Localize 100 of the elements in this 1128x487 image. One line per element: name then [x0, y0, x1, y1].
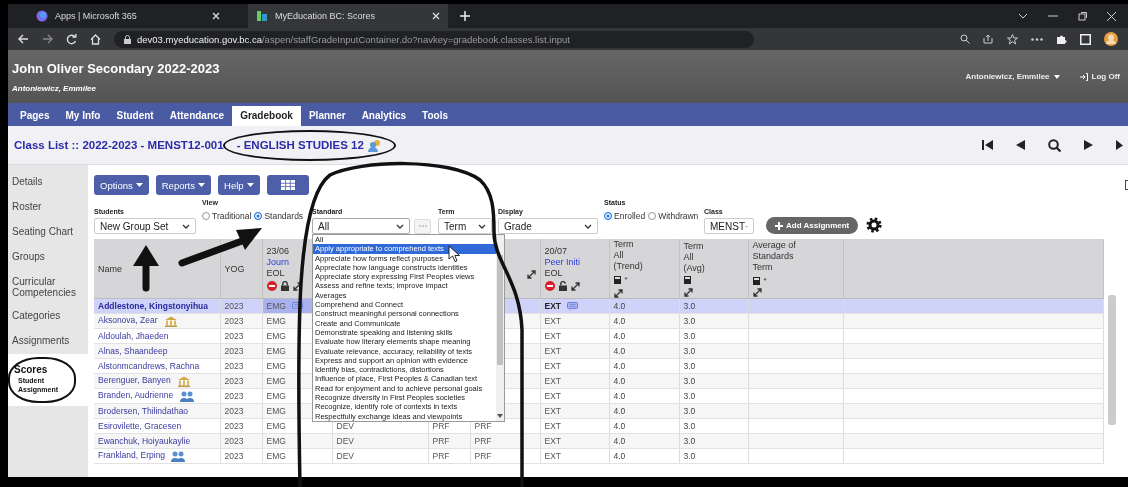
table-cell: 3.0 [683, 301, 696, 311]
sidebar-item[interactable]: Seating Chart [8, 220, 88, 245]
header-text: All [613, 250, 624, 261]
sidebar-item[interactable]: Curricular Competencies [8, 270, 88, 304]
table-cell: DEV [336, 421, 354, 431]
browser-tab[interactable]: MyEducation BC: Scores [248, 4, 448, 28]
nav-tab[interactable]: Planner [300, 106, 354, 126]
student-name-link[interactable]: Branden, Audrienne [98, 390, 174, 401]
header-text: EOL [544, 268, 563, 279]
nav-tab[interactable]: Pages [12, 106, 58, 126]
header-text: (Avg) [683, 262, 705, 274]
header-text: Term [683, 240, 704, 252]
table-cell: EXT [544, 316, 562, 326]
nav-tab[interactable]: Attendance [161, 106, 233, 126]
table-cell: 4.0 [613, 346, 626, 356]
table-cell: EMG [266, 346, 286, 356]
menu-button[interactable]: Help [218, 175, 260, 195]
nav-tab[interactable]: Tools [414, 106, 457, 126]
assignment-link[interactable]: Peer Initi [544, 257, 581, 268]
table-cell: 2023 [224, 346, 244, 356]
term-select[interactable]: Term [438, 218, 492, 234]
table-cell: EXT [544, 436, 562, 446]
assignment-link[interactable]: Journ [266, 257, 289, 268]
table-cell: EXT [544, 421, 562, 431]
add-assignment-button[interactable]: Add Assignment [766, 217, 859, 234]
table-cell: EXT [544, 451, 562, 461]
table-cell: EMG [266, 391, 286, 401]
table-cell: 2023 [224, 301, 244, 311]
table-cell: EXT [544, 361, 562, 371]
table-cell: 2023 [224, 421, 244, 431]
nav-tab[interactable]: My Info [57, 106, 109, 126]
nav-tab[interactable]: Student [108, 106, 162, 126]
radio-option[interactable]: Withdrawn [648, 211, 699, 221]
student-name-link[interactable]: Frankland, Erping [98, 450, 166, 461]
table-cell: EMG [266, 361, 286, 371]
student-name-link[interactable]: Esirovilette, Gracesen [98, 421, 182, 431]
log-off-link[interactable]: Log Off [1079, 72, 1120, 81]
table-cell: EMG [266, 451, 286, 461]
table-cell: PRF [474, 436, 492, 446]
table-cell: DEV [336, 436, 354, 446]
table-cell: 3.0 [683, 406, 696, 416]
note-mark: * [763, 275, 767, 286]
header-text: Name [98, 263, 122, 274]
table-cell: EMG [266, 300, 286, 311]
table-cell: 3.0 [683, 421, 696, 431]
table-cell: 4.0 [613, 316, 626, 326]
student-name-link[interactable]: Aldoulah, Jhaeden [98, 331, 169, 341]
header-text: Term [752, 262, 773, 273]
course-title: - ENGLISH STUDIES 12 [236, 139, 364, 151]
table-cell: 4.0 [613, 406, 626, 416]
nav-tab[interactable]: Gradebook [232, 106, 301, 126]
table-cell: 3.0 [683, 436, 696, 446]
table-cell: PRF [432, 421, 450, 431]
table-cell: 2023 [224, 376, 244, 386]
display-select[interactable]: Grade [498, 218, 598, 234]
table-cell: EMG [266, 331, 286, 341]
header-text: 20/07 [544, 246, 568, 257]
menu-button[interactable]: Options [94, 175, 149, 195]
table-cell: 2023 [224, 316, 244, 326]
radio-option[interactable]: Traditional [202, 211, 252, 221]
sidebar-item[interactable]: Assignments [8, 329, 88, 354]
sidebar-label[interactable]: Scores [14, 364, 66, 375]
table-cell: 4.0 [613, 301, 626, 311]
sidebar-item[interactable]: Categories [8, 304, 88, 329]
table-cell: EXT [544, 300, 562, 311]
url-text: dev03.myeducation.gov.bc.ca/aspen/staffGradeInputContainer.do?navkey=gradebook.classes.list.input [137, 33, 570, 45]
sidebar-item[interactable]: Details [8, 170, 88, 195]
header-text: EOL [266, 268, 285, 279]
table-cell: EMG [266, 376, 286, 386]
table-cell: 2023 [224, 361, 244, 371]
nav-tab[interactable]: Analytics [353, 106, 415, 126]
class-select[interactable]: MENST [704, 218, 754, 234]
header-text: (Trend) [613, 261, 643, 272]
radio-option[interactable]: Enrolled [604, 211, 646, 221]
standard-select[interactable]: All [312, 218, 410, 234]
address-field[interactable]: dev03.myeducation.gov.bc.ca/aspen/staffGradeInputContainer.do?navkey=gradebook.classes.list.input [114, 30, 754, 48]
table-cell: 2023 [224, 331, 244, 341]
header-text: 23/06 [266, 246, 290, 257]
user-menu[interactable]: Antoniewicz, Emmilee [965, 72, 1060, 81]
header-text: Average of Standards [752, 240, 797, 262]
table-cell: EMG [266, 406, 286, 416]
sidebar-item[interactable]: Roster [8, 195, 88, 220]
table-cell: PRF [432, 451, 450, 461]
table-cell: 2023 [224, 451, 244, 461]
table-cell: PRF [432, 436, 450, 446]
student-name-link[interactable]: Alstonmcandrews, Rachna [98, 361, 200, 371]
table-cell: 3.0 [683, 316, 696, 326]
header-text: Term [613, 239, 634, 250]
note-mark: * [624, 274, 628, 285]
radio-option[interactable]: Standards [254, 211, 304, 221]
user-name: Antoniewicz, Emmilee [12, 83, 98, 93]
header-text: YOG [224, 263, 245, 274]
table-cell: 4.0 [613, 361, 626, 371]
table-cell: PRF [474, 421, 492, 431]
table-cell: EXT [544, 331, 562, 341]
students-select[interactable]: New Group Set [94, 218, 196, 234]
menu-button[interactable]: Reports [155, 175, 211, 195]
sidebar-item[interactable]: Groups [8, 245, 88, 270]
table-cell: 4.0 [613, 376, 626, 386]
page-title: Class List :: 2022-2023 - MENST12-001 [14, 139, 224, 151]
